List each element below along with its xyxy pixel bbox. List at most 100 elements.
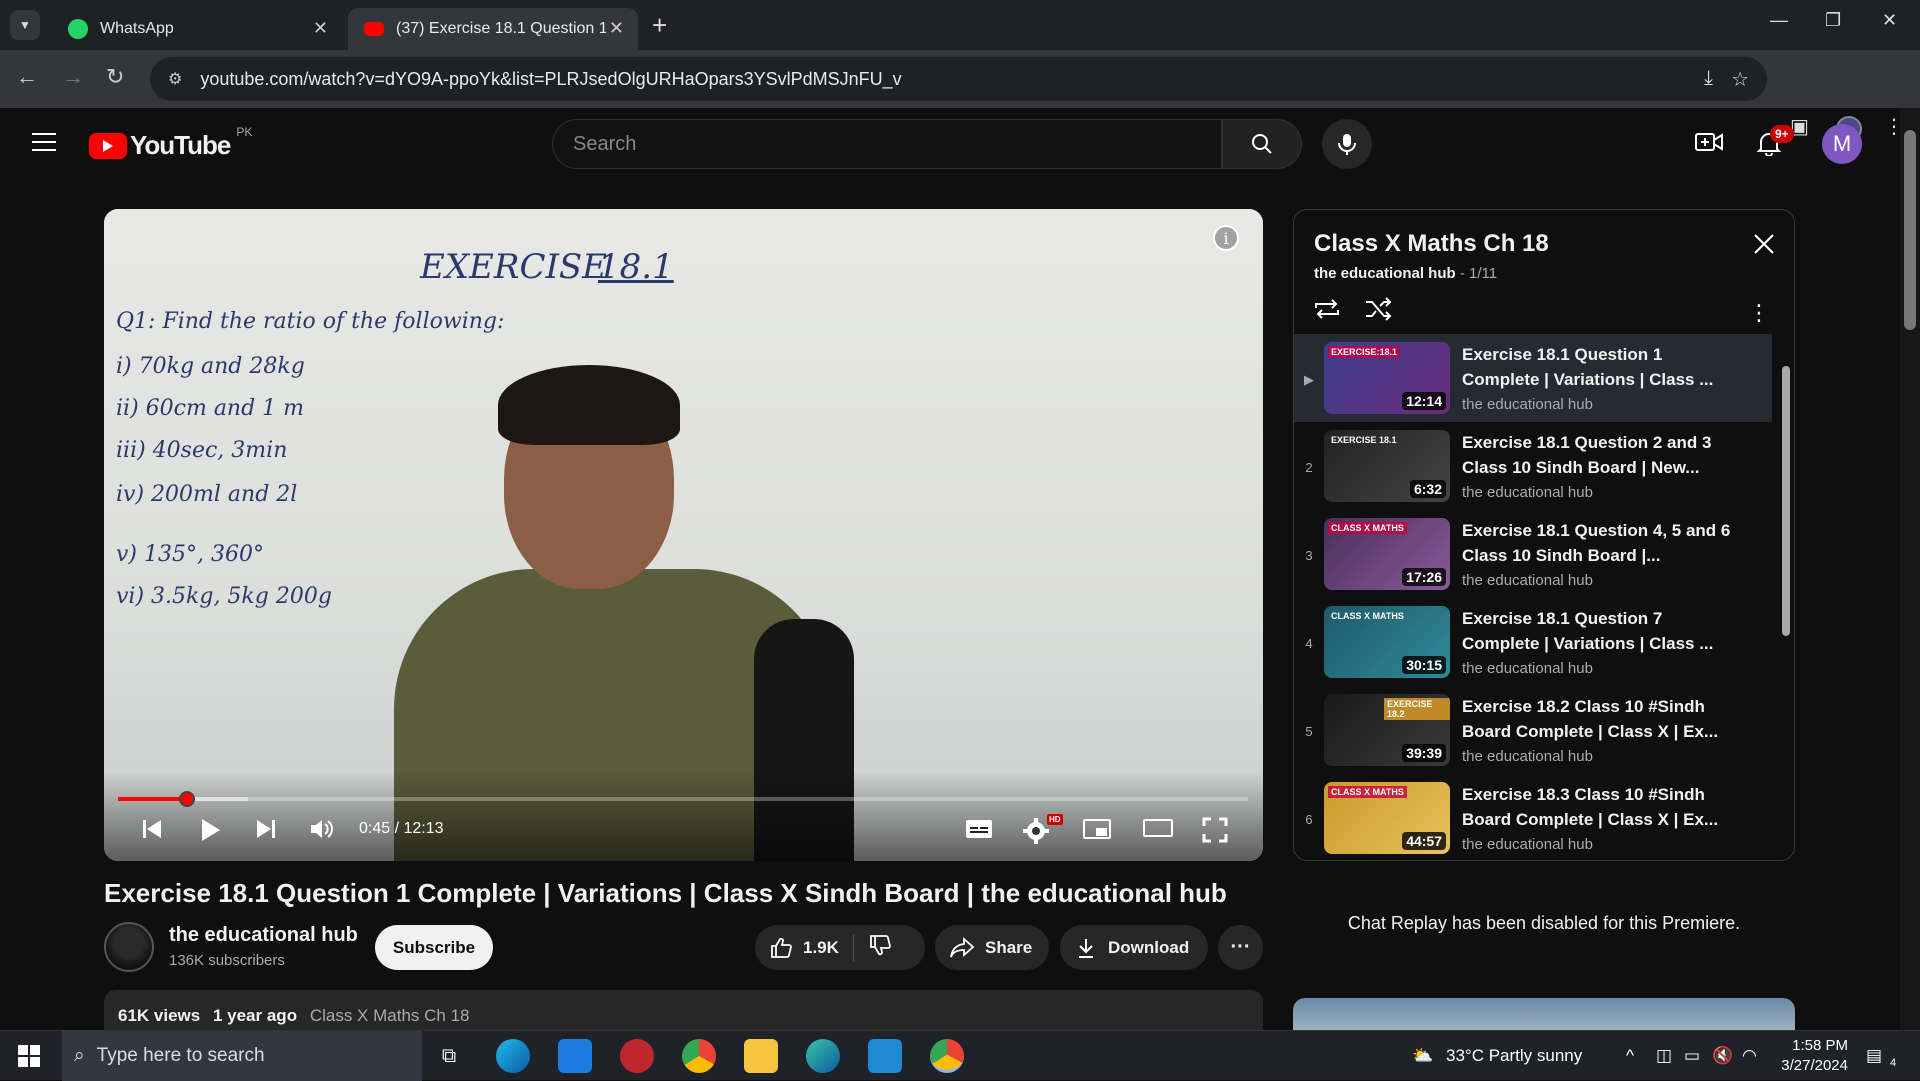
- volume-mute-icon[interactable]: 🔇: [1712, 1046, 1733, 1066]
- notification-center-icon[interactable]: ▤: [1866, 1046, 1882, 1066]
- playlist-title[interactable]: Class X Maths Ch 18: [1314, 230, 1549, 258]
- country-code: PK: [236, 124, 253, 139]
- reload-icon[interactable]: ↻: [106, 64, 124, 90]
- miniplayer-button[interactable]: [1082, 817, 1112, 841]
- mute-button[interactable]: [309, 817, 335, 841]
- chrome-active-icon[interactable]: [930, 1039, 964, 1073]
- edge-icon[interactable]: [496, 1039, 530, 1073]
- shuffle-playlist-button[interactable]: [1364, 297, 1392, 326]
- item-title[interactable]: Exercise 18.2 Class 10 #Sindh Board Comp…: [1462, 694, 1732, 744]
- progress-bar[interactable]: [118, 791, 1248, 807]
- install-app-icon[interactable]: ⤓: [1704, 67, 1713, 90]
- weather-icon[interactable]: ⛅: [1412, 1046, 1433, 1066]
- taskbar-search[interactable]: ⌕ Type here to search: [62, 1031, 422, 1081]
- board-line: iii) 40sec, 3min: [116, 438, 288, 463]
- forward-icon[interactable]: →: [62, 64, 84, 90]
- playlist-item[interactable]: 5 EXERCISE 18.2 39:39 Exercise 18.2 Clas…: [1294, 686, 1772, 774]
- video-thumbnail[interactable]: EXERCISE:18.1 12:14: [1324, 342, 1450, 414]
- chrome-icon[interactable]: [682, 1039, 716, 1073]
- channel-avatar[interactable]: [104, 922, 154, 972]
- fullscreen-button[interactable]: [1202, 817, 1228, 843]
- item-title[interactable]: Exercise 18.1 Question 1 Complete | Vari…: [1462, 342, 1732, 392]
- menu-icon[interactable]: [32, 133, 56, 151]
- item-title[interactable]: Exercise 18.1 Question 7 Complete | Vari…: [1462, 606, 1732, 656]
- task-view-icon[interactable]: ⧉: [432, 1039, 466, 1073]
- minimize-window-icon[interactable]: —: [1770, 10, 1788, 31]
- page-scroll-thumb[interactable]: [1904, 130, 1916, 330]
- video-player[interactable]: EXERCISE 18.1 Q1: Find the ratio of the …: [104, 209, 1263, 861]
- download-button[interactable]: Download: [1060, 925, 1208, 970]
- tab-youtube[interactable]: (37) Exercise 18.1 Question 1 Co ✕: [348, 8, 638, 50]
- battery-icon[interactable]: ▭: [1684, 1046, 1700, 1066]
- vscode-icon[interactable]: [868, 1039, 902, 1073]
- theater-mode-button[interactable]: [1142, 817, 1174, 839]
- playlist-item[interactable]: ▶ EXERCISE:18.1 12:14 Exercise 18.1 Ques…: [1294, 334, 1772, 422]
- back-icon[interactable]: ←: [16, 64, 38, 90]
- youtube-icon: [364, 22, 384, 36]
- playlist-scrollbar[interactable]: [1780, 348, 1792, 858]
- more-actions-button[interactable]: ···: [1218, 925, 1263, 970]
- site-settings-icon[interactable]: ⚙: [168, 69, 182, 89]
- item-index: ▶: [1304, 372, 1314, 387]
- edge-beta-icon[interactable]: [806, 1039, 840, 1073]
- playlist-tag[interactable]: Class X Maths Ch 18: [310, 1006, 470, 1025]
- item-title[interactable]: Exercise 18.1 Question 4, 5 and 6 Class …: [1462, 518, 1732, 568]
- youtube-logo[interactable]: YouTube PK: [89, 125, 252, 161]
- close-tab-icon[interactable]: ✕: [313, 18, 328, 39]
- share-button[interactable]: Share: [935, 925, 1049, 970]
- meet-icon[interactable]: ◫: [1656, 1046, 1672, 1066]
- tab-search-dropdown-button[interactable]: ▼: [10, 10, 40, 40]
- playlist-item[interactable]: 3 CLASS X MATHS 17:26 Exercise 18.1 Ques…: [1294, 510, 1772, 598]
- system-clock[interactable]: 1:58 PM 3/27/2024: [1770, 1036, 1848, 1076]
- close-tab-icon[interactable]: ✕: [609, 18, 624, 39]
- bookmark-star-icon[interactable]: ☆: [1731, 67, 1749, 92]
- like-button[interactable]: 1.9K: [769, 936, 839, 960]
- next-button[interactable]: [254, 817, 278, 841]
- description-box[interactable]: 61K views 1 year ago Class X Maths Ch 18: [104, 990, 1263, 1030]
- playlist-item[interactable]: 6 CLASS X MATHS 44:57 Exercise 18.3 Clas…: [1294, 774, 1772, 860]
- video-thumbnail[interactable]: EXERCISE 18.1 6:32: [1324, 430, 1450, 502]
- settings-button[interactable]: [1022, 817, 1050, 845]
- info-icon[interactable]: i: [1213, 225, 1239, 251]
- search-button[interactable]: [1222, 119, 1302, 169]
- subtitles-button[interactable]: [964, 817, 994, 841]
- scrubber-handle[interactable]: [178, 791, 195, 807]
- duration-badge: 6:32: [1409, 480, 1446, 498]
- close-playlist-button[interactable]: [1752, 232, 1776, 261]
- channel-name[interactable]: the educational hub: [169, 924, 358, 947]
- subscribe-button[interactable]: Subscribe: [375, 925, 493, 970]
- item-title[interactable]: Exercise 18.3 Class 10 #Sindh Board Comp…: [1462, 782, 1732, 832]
- loop-playlist-button[interactable]: [1312, 299, 1346, 326]
- create-video-icon[interactable]: [1694, 130, 1724, 159]
- close-window-icon[interactable]: ✕: [1882, 10, 1897, 31]
- video-thumbnail[interactable]: CLASS X MATHS 44:57: [1324, 782, 1450, 854]
- playlist-channel[interactable]: the educational hub: [1314, 265, 1456, 282]
- playlist-more-icon[interactable]: ⋮: [1748, 300, 1770, 326]
- restore-window-icon[interactable]: ❐: [1825, 10, 1841, 31]
- tab-whatsapp[interactable]: WhatsApp ✕: [52, 8, 342, 50]
- mail-icon[interactable]: [558, 1039, 592, 1073]
- video-thumbnail[interactable]: EXERCISE 18.2 39:39: [1324, 694, 1450, 766]
- chevron-up-icon[interactable]: ^: [1626, 1046, 1634, 1066]
- play-button[interactable]: [198, 817, 222, 843]
- previous-button[interactable]: [140, 817, 164, 841]
- new-tab-button[interactable]: +: [652, 10, 667, 41]
- weather-text[interactable]: 33°C Partly sunny: [1446, 1046, 1582, 1066]
- game-app-icon[interactable]: [620, 1039, 654, 1073]
- search-input[interactable]: [573, 132, 1173, 156]
- video-thumbnail[interactable]: CLASS X MATHS 30:15: [1324, 606, 1450, 678]
- user-avatar[interactable]: M: [1822, 124, 1862, 164]
- address-bar[interactable]: ⚙ youtube.com/watch?v=dYO9A-ppoYk&list=P…: [150, 57, 1767, 101]
- wifi-icon[interactable]: ◠: [1742, 1046, 1757, 1066]
- video-thumbnail[interactable]: CLASS X MATHS 17:26: [1324, 518, 1450, 590]
- page-scrollbar[interactable]: [1900, 108, 1920, 1030]
- windows-start-icon[interactable]: [18, 1045, 40, 1067]
- promo-thumbnail[interactable]: [1293, 998, 1795, 1030]
- playlist-item[interactable]: 4 CLASS X MATHS 30:15 Exercise 18.1 Ques…: [1294, 598, 1772, 686]
- playlist-scroll-thumb[interactable]: [1782, 366, 1790, 636]
- dislike-button[interactable]: [868, 933, 892, 962]
- voice-search-button[interactable]: [1322, 119, 1372, 169]
- item-title[interactable]: Exercise 18.1 Question 2 and 3 Class 10 …: [1462, 430, 1732, 480]
- playlist-item[interactable]: 2 EXERCISE 18.1 6:32 Exercise 18.1 Quest…: [1294, 422, 1772, 510]
- file-explorer-icon[interactable]: [744, 1039, 778, 1073]
